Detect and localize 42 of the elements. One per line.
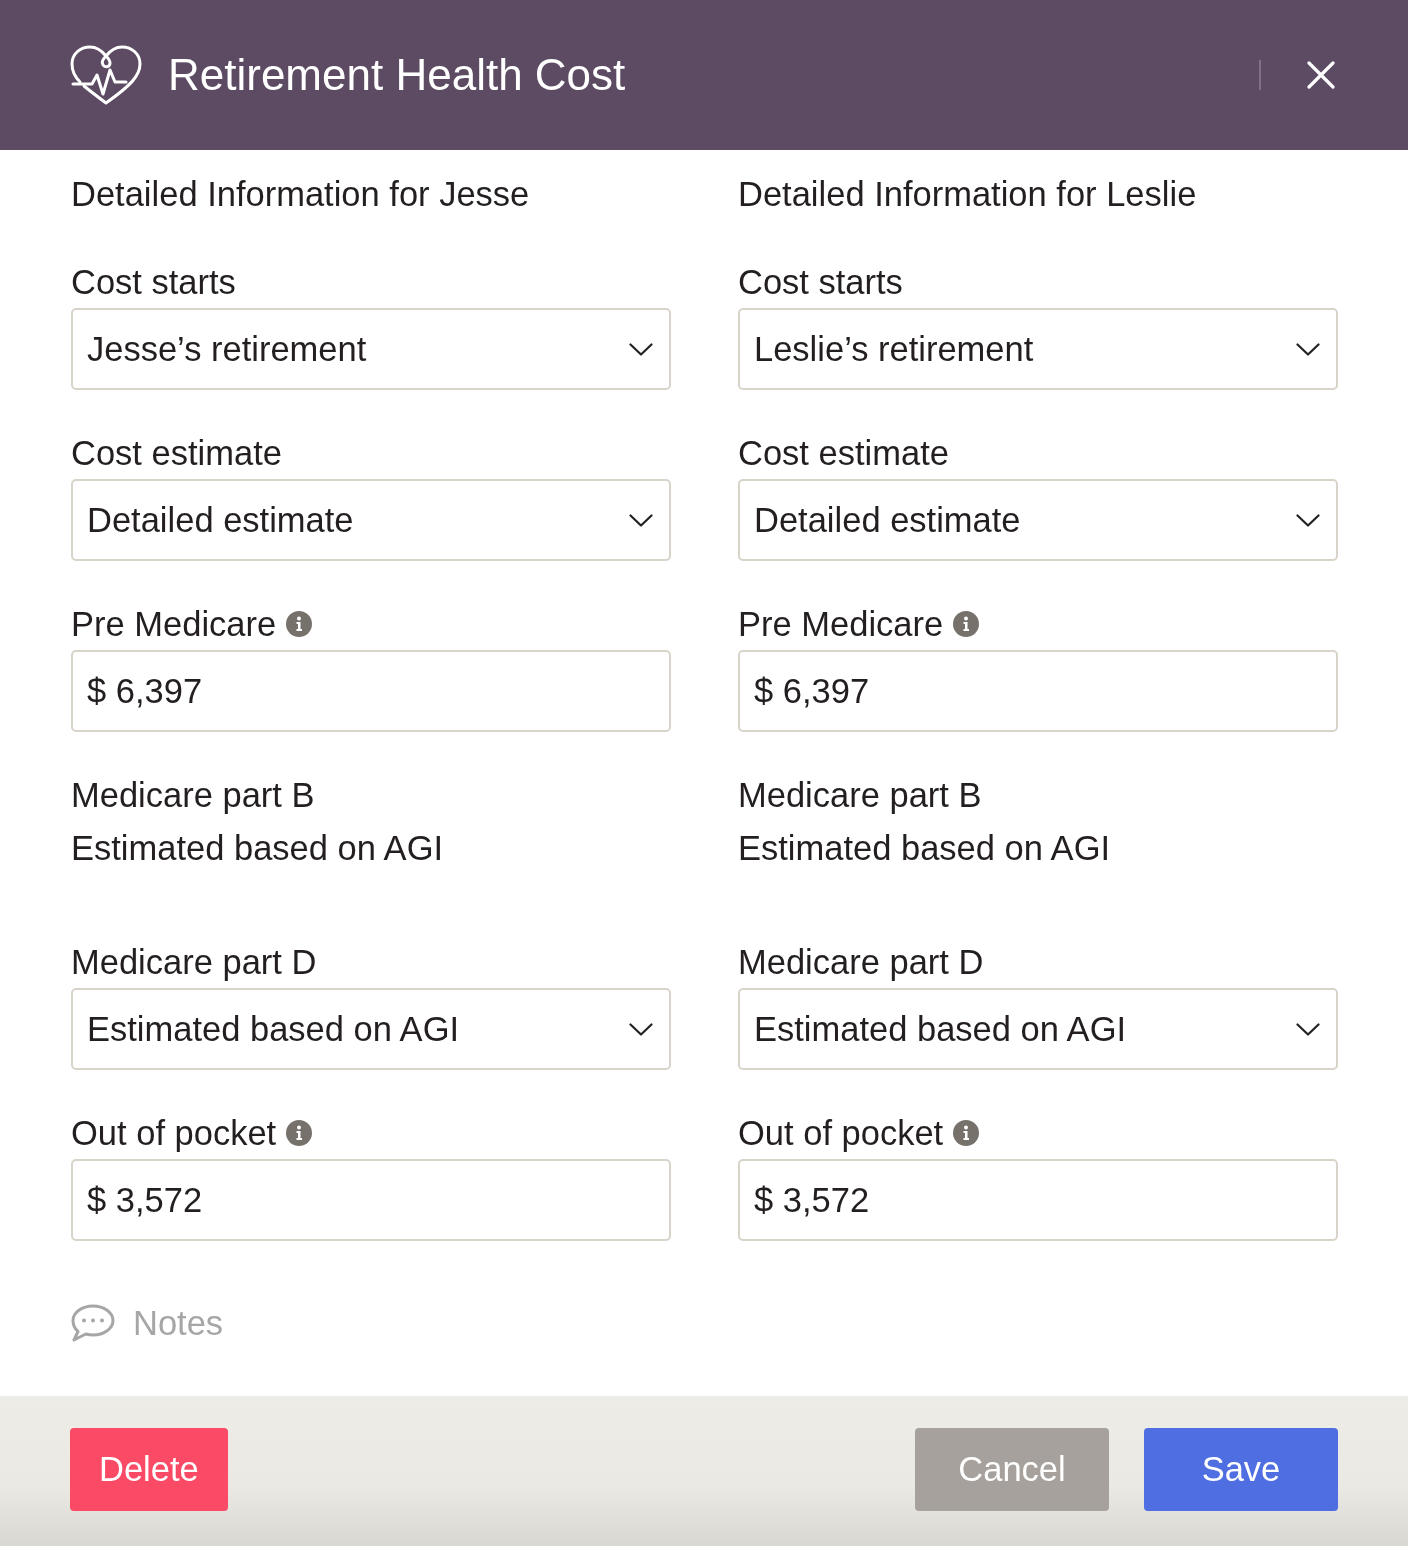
chevron-down-icon xyxy=(1296,513,1320,527)
close-button[interactable] xyxy=(1307,61,1335,89)
dropdown[interactable]: Detailed estimate xyxy=(71,479,671,561)
field-label: Cost starts xyxy=(738,263,903,301)
amount-field[interactable]: $ 3,572 xyxy=(738,1159,1338,1241)
field-label: Medicare part B xyxy=(71,776,315,814)
field-value: Estimated based on AGI xyxy=(738,829,1111,867)
heart-pulse-icon xyxy=(70,44,142,106)
dropdown[interactable]: Estimated based on AGI xyxy=(738,988,1338,1070)
chevron-down-icon xyxy=(629,513,653,527)
info-icon[interactable] xyxy=(953,611,980,637)
chevron-down-icon xyxy=(1296,342,1320,356)
dropdown[interactable]: Detailed estimate xyxy=(738,479,1338,561)
dropdown[interactable]: Jesse’s retirement xyxy=(71,308,671,390)
close-icon xyxy=(1307,61,1335,89)
field-label: Pre Medicare xyxy=(738,605,944,643)
dropdown[interactable]: Estimated based on AGI xyxy=(71,988,671,1070)
section-heading: Detailed Information for Leslie xyxy=(738,174,1197,214)
amount-field[interactable]: $ 6,397 xyxy=(738,650,1338,732)
dropdown[interactable]: Leslie’s retirement xyxy=(738,308,1338,390)
field-label: Out of pocket xyxy=(738,1114,944,1152)
field-label: Out of pocket xyxy=(71,1114,277,1152)
field-label: Medicare part D xyxy=(738,943,984,981)
field-value: Estimated based on AGI xyxy=(71,829,444,867)
speech-bubble-icon xyxy=(71,1304,115,1342)
field-label: Pre Medicare xyxy=(71,605,277,643)
field-label: Medicare part D xyxy=(71,943,317,981)
amount-field[interactable]: $ 6,397 xyxy=(71,650,671,732)
chevron-down-icon xyxy=(629,342,653,356)
dialog-title: Retirement Health Cost xyxy=(168,49,626,101)
field-label: Medicare part B xyxy=(738,776,982,814)
info-icon[interactable] xyxy=(286,611,313,637)
field-label: Cost estimate xyxy=(738,434,949,472)
field-label: Cost estimate xyxy=(71,434,282,472)
field-label: Cost starts xyxy=(71,263,236,301)
info-icon[interactable] xyxy=(286,1120,313,1146)
info-icon[interactable] xyxy=(953,1120,980,1146)
chevron-down-icon xyxy=(1296,1022,1320,1036)
amount-field[interactable]: $ 3,572 xyxy=(71,1159,671,1241)
save-button[interactable]: Save xyxy=(1144,1428,1338,1511)
chevron-down-icon xyxy=(629,1022,653,1036)
section-heading: Detailed Information for Jesse xyxy=(71,174,530,214)
